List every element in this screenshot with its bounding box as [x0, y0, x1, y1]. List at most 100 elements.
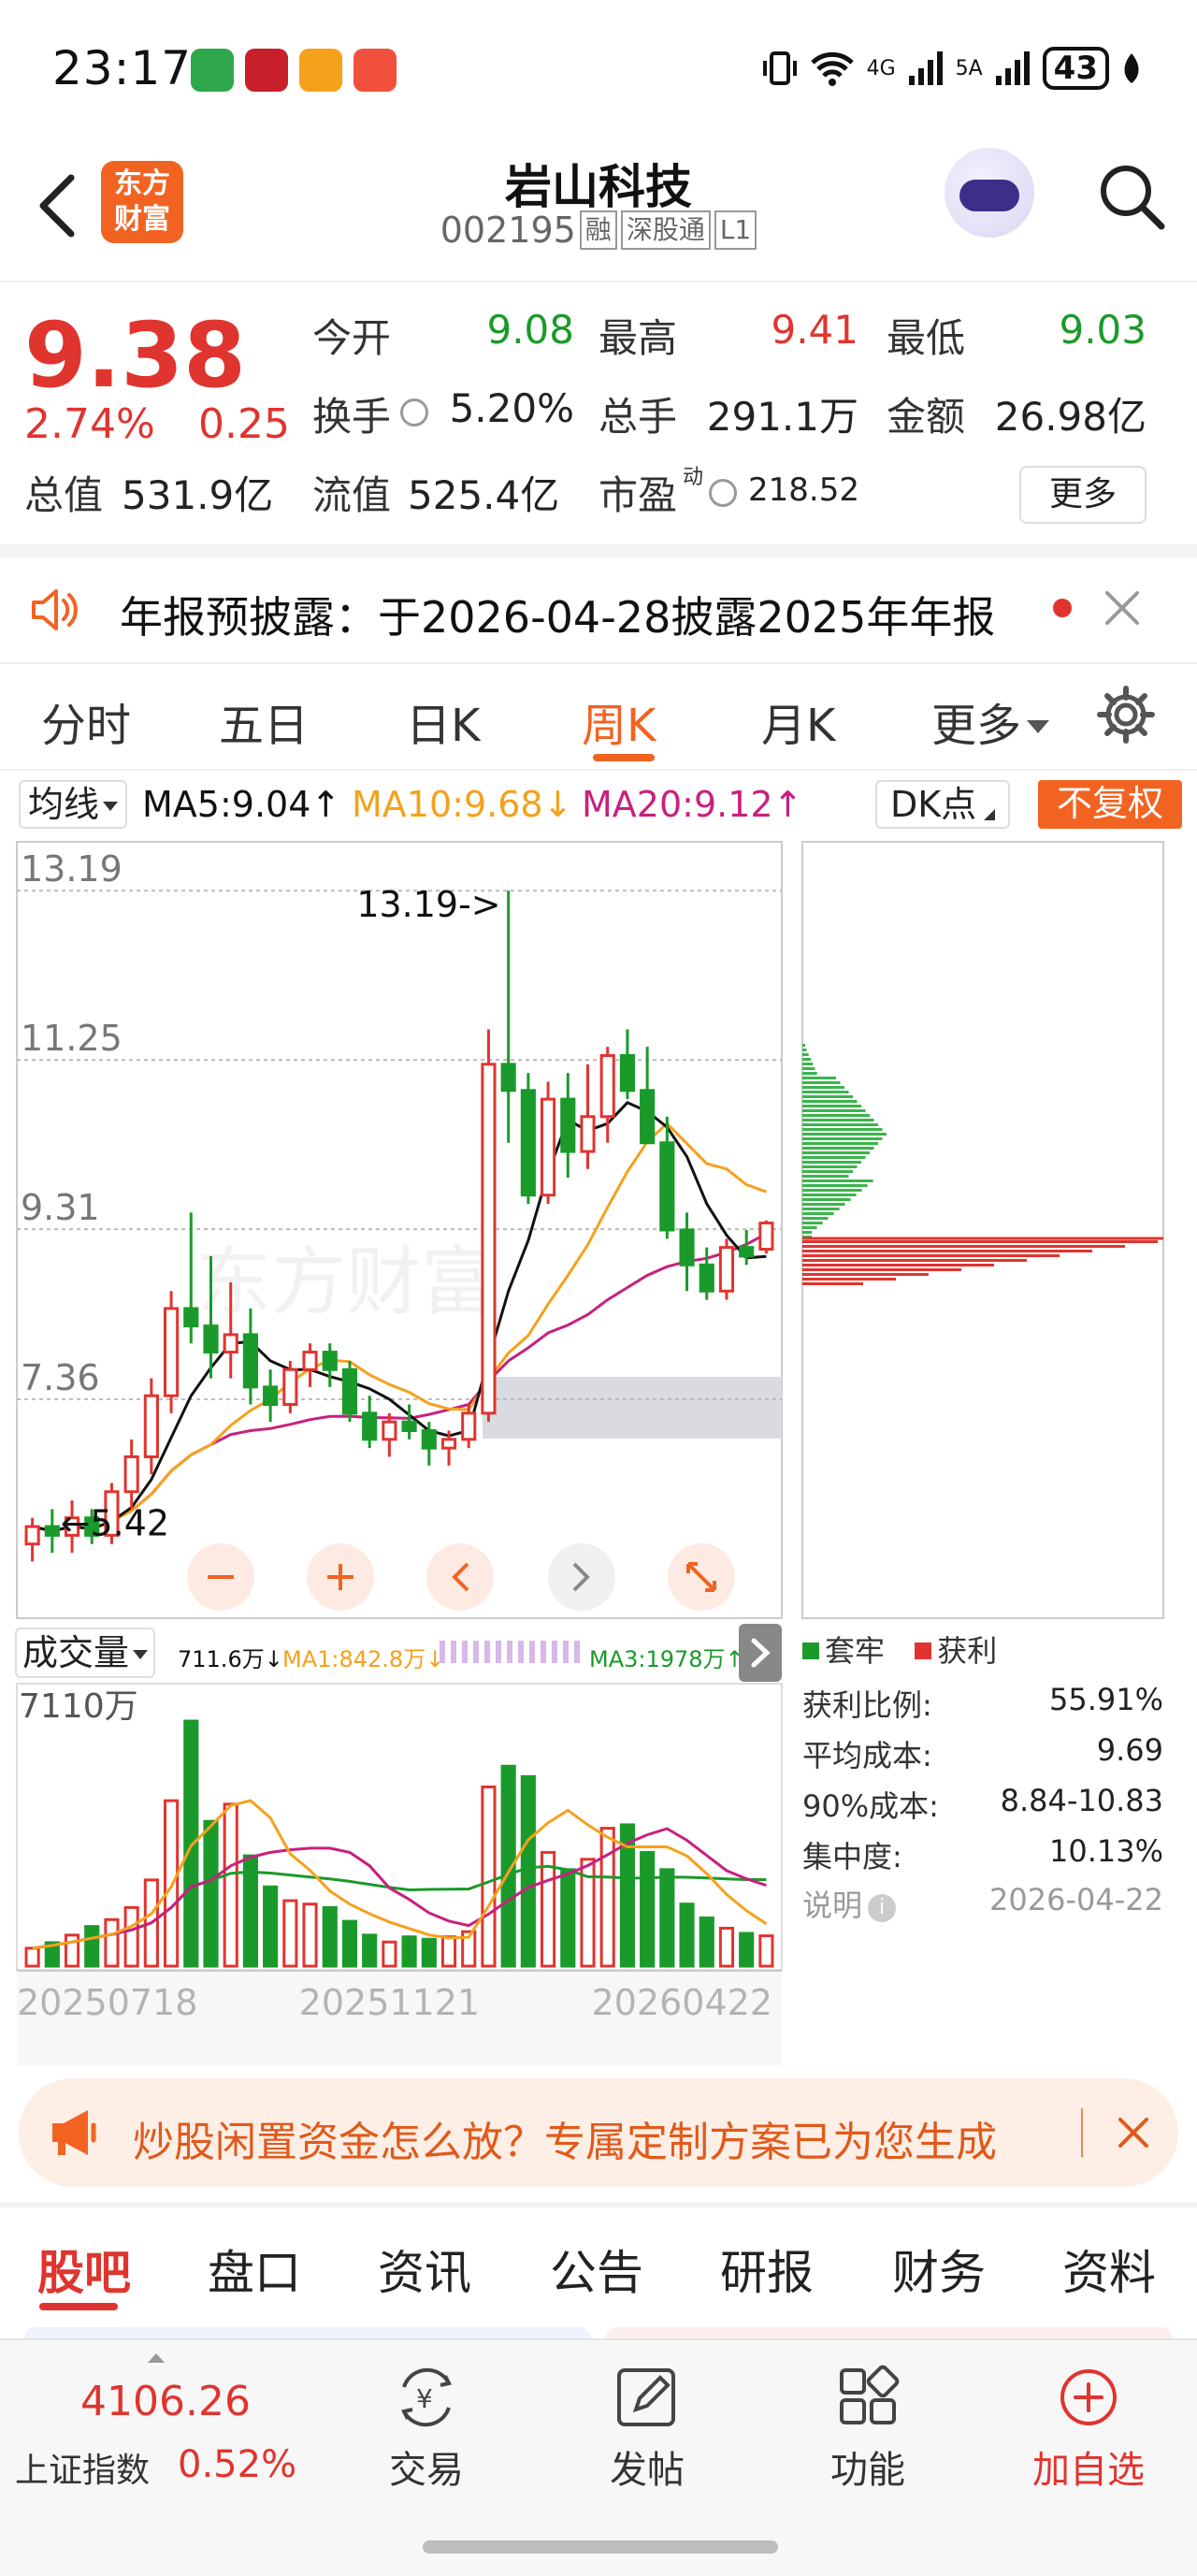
stock-header: 东方 财富 岩山科技 002195 融深股通 L1 [0, 140, 1197, 281]
stat-avg-cost: 平均成本: 9.69 [802, 1732, 1163, 1775]
volume-ma1: MA1:842.8万↓ [282, 1646, 445, 1672]
tab-weekly-k[interactable]: 周K [582, 688, 656, 754]
candle-body [143, 1394, 159, 1458]
candle-body [282, 1368, 298, 1407]
tab-orderbook[interactable]: 盘口 [208, 2236, 301, 2303]
notice-text: 年报预披露：于2026-04-28披露2025年年报 [120, 592, 996, 643]
nav-post-label: 发帖 [610, 2449, 685, 2492]
current-price: 9.38 [24, 303, 246, 408]
index-percent: 0.52% [178, 2443, 297, 2486]
field-pe-sup: 动 [683, 466, 704, 489]
volume-bar [164, 1799, 180, 1968]
notice-bar[interactable]: 年报预披露：于2026-04-28披露2025年年报 [0, 557, 1197, 662]
volume-bar [263, 1885, 279, 1968]
gear-icon[interactable] [1096, 685, 1156, 745]
chip-bar-trapped [802, 1151, 870, 1154]
chip-bar-trapped [802, 1156, 866, 1159]
distribution-note[interactable]: 说明 i 2026-04-22 [802, 1882, 1163, 1925]
change-value: 0.25 [198, 400, 290, 448]
search-icon[interactable] [1094, 159, 1169, 234]
volume-bar [739, 1932, 755, 1968]
scroll-right-button[interactable] [548, 1543, 615, 1611]
notice-close-icon[interactable] [1094, 580, 1150, 636]
nav-post[interactable]: 发帖 [572, 2365, 722, 2494]
active-tab-indicator [593, 754, 655, 761]
candlestick-chart[interactable]: 东方财富 13.19 11.25 9.31 7.36 13.19-> ←5.42 711… [0, 838, 795, 2078]
volume-next-button[interactable] [739, 1624, 782, 1682]
chip-bar-trapped [802, 1142, 878, 1145]
candle-body [263, 1385, 279, 1407]
network-type-2: 5A [955, 56, 983, 80]
quote-panel: 9.38 2.74% 0.25 今开 9.08 最高 9.41 最低 9.03 … [0, 282, 1197, 544]
volume-bar [302, 1903, 318, 1968]
promo-close-icon[interactable] [1111, 2110, 1156, 2155]
tab-intraday[interactable]: 分时 [41, 688, 131, 754]
legend-trapped-swatch [802, 1643, 819, 1659]
chip-bar-trapped [802, 1128, 883, 1131]
candle-body [461, 1411, 477, 1441]
volume-axis-label: 7110万 [19, 1687, 138, 1726]
tag-connect: 深股通 [620, 210, 711, 250]
tab-financials[interactable]: 财务 [892, 2236, 986, 2303]
date-axis-line [17, 1970, 782, 1972]
chip-bar-trapped [802, 1194, 857, 1196]
tab-more-label: 更多 [931, 700, 1022, 752]
candle-body [541, 1097, 556, 1197]
scroll-left-button[interactable] [426, 1543, 494, 1611]
index-name: 上证指数 [15, 2452, 151, 2490]
indicator-select-label: 均线 [28, 784, 100, 825]
promo-banner[interactable]: 炒股闲置资金怎么放？专属定制方案已为您生成 [19, 2078, 1178, 2187]
nav-functions[interactable]: 功能 [793, 2365, 943, 2494]
tab-research[interactable]: 研报 [720, 2236, 814, 2303]
chip-bar-profit [802, 1250, 1092, 1252]
tab-news[interactable]: 资讯 [378, 2236, 471, 2303]
candle-body [242, 1333, 258, 1389]
chip-bar-profit [802, 1282, 863, 1285]
pe-info-icon[interactable] [709, 479, 737, 507]
field-open-value: 9.08 [486, 307, 574, 353]
grid-icon [840, 2365, 900, 2424]
volume-indicator-select[interactable]: 成交量 [15, 1628, 156, 1678]
volume-bar [104, 1918, 120, 1968]
volume-bar [401, 1935, 417, 1968]
info-circle-icon[interactable] [400, 398, 428, 427]
nav-trade[interactable]: ¥ 交易 [352, 2365, 501, 2494]
signal-2-icon [995, 51, 1030, 85]
info-icon: i [868, 1894, 897, 1922]
candle-body [640, 1089, 656, 1145]
tab-profile[interactable]: 资料 [1062, 2236, 1156, 2303]
candle-body [401, 1420, 417, 1432]
nav-add-watchlist[interactable]: 加自选 [1014, 2365, 1163, 2494]
chip-bar-trapped [802, 1100, 858, 1103]
field-turnover-label: 换手 [312, 394, 392, 440]
more-fields-button[interactable]: 更多 [1019, 466, 1147, 524]
tab-announcements[interactable]: 公告 [550, 2236, 643, 2303]
chip-bar-trapped [802, 1119, 874, 1122]
indicator-select[interactable]: 均线 [19, 780, 128, 829]
home-indicator[interactable] [423, 2540, 778, 2554]
chip-bar-trapped [802, 1133, 887, 1136]
chip-bar-trapped [802, 1067, 815, 1070]
tab-forum[interactable]: 股吧 [37, 2236, 131, 2303]
chip-bar-trapped [802, 1208, 840, 1210]
caret-down-icon [133, 1650, 149, 1659]
promo-text: 炒股闲置资金怎么放？专属定制方案已为您生成 [133, 2119, 997, 2166]
chip-bar-trapped [802, 1222, 823, 1224]
tab-more[interactable]: 更多 [931, 688, 1050, 754]
volume-ma3: MA3:1978万↑ [589, 1646, 744, 1672]
dk-point-select[interactable]: DK点 [875, 780, 1011, 829]
volume-bar [679, 1903, 695, 1968]
volume-ma2-blur [440, 1641, 580, 1663]
adjust-mode-button[interactable]: 不复权 [1038, 780, 1182, 829]
chip-bar-profit [802, 1273, 929, 1276]
tab-five-day[interactable]: 五日 [219, 688, 309, 754]
chip-bar-trapped [802, 1170, 853, 1173]
chip-bar-trapped [802, 1161, 861, 1164]
tab-daily-k[interactable]: 日K [406, 688, 480, 754]
field-pe-value: 218.52 [748, 471, 859, 509]
candle-body [718, 1246, 735, 1293]
candle-body [520, 1089, 536, 1197]
candle-body [183, 1307, 199, 1328]
note-label: 说明 [802, 1888, 863, 1923]
tab-monthly-k[interactable]: 月K [761, 688, 835, 754]
